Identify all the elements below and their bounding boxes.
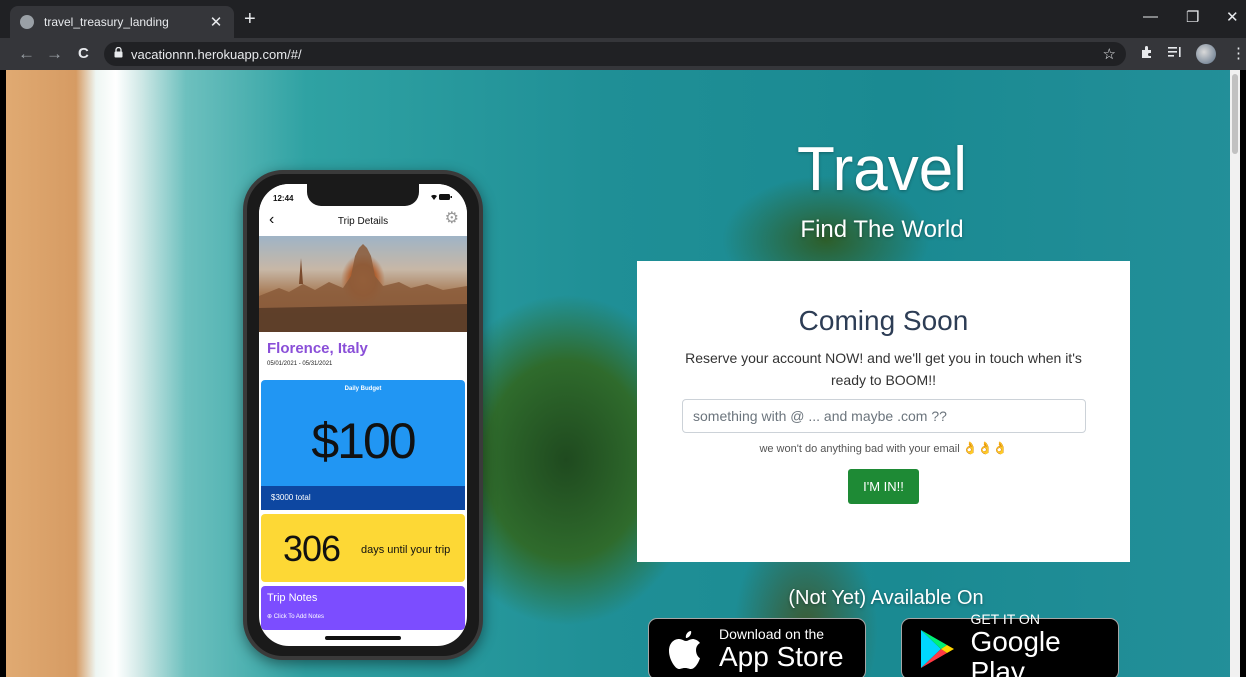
apple-icon — [661, 625, 709, 673]
coming-soon-heading: Coming Soon — [798, 305, 969, 336]
total-budget-text: $3000 total — [271, 493, 311, 502]
globe-icon — [20, 15, 34, 29]
reload-icon[interactable]: C — [78, 44, 89, 64]
tab-title: travel_treasury_landing — [44, 15, 169, 29]
lock-icon — [114, 46, 123, 61]
google-play-icon — [914, 625, 960, 673]
home-indicator — [325, 636, 401, 640]
app-store-line1: Download on the — [719, 626, 825, 642]
reading-list-icon[interactable] — [1168, 45, 1182, 63]
browser-menu-icon[interactable]: ⋮ — [1231, 45, 1246, 63]
browser-tab[interactable]: travel_treasury_landing ✕ — [10, 6, 234, 38]
daily-budget-label: Daily Budget — [344, 386, 382, 392]
google-play-text: GET IT ON Google Play — [970, 611, 1118, 677]
ok-hand-icon: 👌👌👌 — [962, 441, 1008, 455]
im-in-button[interactable]: I'M IN!! — [848, 469, 919, 504]
restore-icon[interactable]: ❐ — [1186, 8, 1199, 26]
back-icon[interactable]: ← — [18, 44, 35, 64]
gear-icon: ⚙ — [444, 210, 459, 227]
window-close-icon[interactable]: ✕ — [1226, 8, 1239, 26]
trip-notes-title: Trip Notes — [267, 592, 318, 604]
phone-header-title: Trip Details — [337, 216, 389, 227]
email-input[interactable] — [682, 399, 1086, 433]
url-text: vacationnn.herokuapp.com/#/ — [131, 46, 302, 62]
phone-screen: ‹ Trip Details ⚙ 12:44 Florence, Italy 0… — [259, 184, 467, 646]
extensions-icon[interactable] — [1140, 45, 1154, 64]
email-note: we won't do anything bad with your email… — [637, 441, 1130, 455]
phone-notch — [307, 184, 419, 206]
trip-notes-card: Trip Notes ⊕ Click To Add Notes — [261, 586, 465, 630]
trip-dates: 05/01/2021 - 05/31/2021 — [267, 361, 333, 367]
phone-mockup: ‹ Trip Details ⚙ 12:44 Florence, Italy 0… — [243, 170, 483, 660]
google-play-badge[interactable]: GET IT ON Google Play — [901, 611, 1119, 677]
email-note-text: we won't do anything bad with your email — [759, 443, 960, 455]
app-store-badge[interactable]: Download on the App Store — [648, 618, 866, 677]
profile-avatar[interactable] — [1196, 44, 1216, 64]
total-budget-bar: $3000 total — [261, 486, 465, 510]
trip-city: Florence, Italy — [267, 340, 368, 357]
browser-tab-bar: travel_treasury_landing ✕ + — ❐ ✕ — [0, 0, 1246, 38]
phone-status-time: 12:44 — [273, 194, 294, 203]
app-store-text: Download on the App Store — [719, 626, 844, 672]
daily-budget-card: Daily Budget $100 — [261, 380, 465, 486]
days-number: 306 — [283, 528, 341, 569]
google-play-line1: GET IT ON — [970, 611, 1040, 627]
days-label: days until your trip — [361, 544, 451, 556]
app-store-line2: App Store — [719, 641, 844, 672]
forward-icon[interactable]: → — [46, 44, 63, 64]
address-bar[interactable]: vacationnn.herokuapp.com/#/ ☆ — [104, 42, 1126, 66]
page-viewport: Travel Find The World ‹ Trip Details ⚙ 1… — [6, 70, 1240, 677]
browser-toolbar: ← → C vacationnn.herokuapp.com/#/ ☆ ⋮ — [0, 38, 1246, 70]
daily-budget-amount: $100 — [311, 413, 416, 469]
signup-card: Coming Soon Reserve your account NOW! an… — [637, 261, 1130, 562]
days-until-card: 306 days until your trip — [261, 514, 465, 582]
hero-title: Travel — [797, 135, 967, 204]
tab-close-icon[interactable]: ✕ — [208, 13, 224, 31]
new-tab-button[interactable]: + — [244, 9, 256, 29]
signup-description: Reserve your account NOW! and we'll get … — [685, 350, 1082, 388]
minimize-icon[interactable]: — — [1143, 8, 1158, 25]
hero-subtitle: Find The World — [800, 216, 964, 243]
google-play-line2: Google Play — [970, 626, 1061, 677]
battery-icon — [429, 193, 453, 203]
availability-label: (Not Yet) Available On — [788, 587, 984, 609]
page-scrollbar[interactable] — [1230, 70, 1240, 677]
add-notes-text: ⊕ Click To Add Notes — [267, 614, 324, 620]
bookmark-star-icon[interactable]: ☆ — [1103, 45, 1116, 63]
florence-photo — [259, 236, 467, 332]
scrollbar-thumb[interactable] — [1232, 74, 1238, 154]
